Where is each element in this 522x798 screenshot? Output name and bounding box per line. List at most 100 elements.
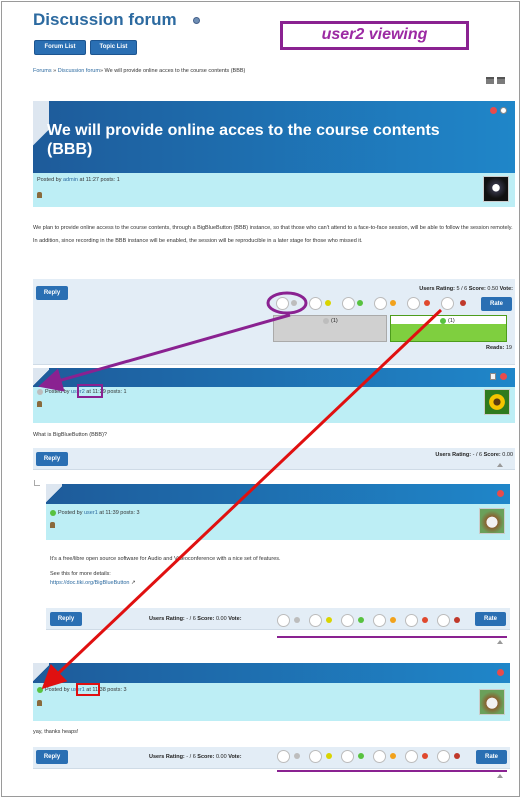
rating-value: 5 / 6 [455,286,469,292]
print-icon[interactable] [486,77,494,84]
rating-label: Users Rating: [419,286,455,292]
post-actions [490,107,510,114]
watch-icon[interactable] [500,107,507,114]
vote-option-4[interactable] [373,750,386,763]
author-link[interactable]: user2 [71,389,85,395]
external-link-icon: ↗ [131,580,136,586]
annotation-underline [277,770,507,772]
rating-summary: Users Rating: - / 6 Score: 0.00 [435,452,513,458]
breadcrumb-forum-link[interactable]: Discussion forum [58,68,100,74]
post-time: at 11:29 posts: 1 [84,389,127,395]
vote-orange-dot [390,300,396,306]
annotation-label: user2 viewing [321,26,428,43]
rating-summary: Users Rating: - / 6 Score: 0.00 Vote: [149,616,242,622]
rating-label: Users Rating: [435,452,472,458]
reads-label: Reads: [486,345,505,351]
online-status-icon [37,687,43,693]
breadcrumb-forums-link[interactable]: Forums [33,68,52,74]
vote-option-6[interactable] [437,750,450,763]
reply-button[interactable]: Reply [36,286,68,300]
vote-option-3[interactable] [342,297,355,310]
post-header [33,663,510,683]
user-icon [50,522,55,528]
author-link[interactable]: admin [63,177,78,183]
post-meta-text: Posted by user1 at 11:38 posts: 3 [45,687,127,693]
delete-icon[interactable] [497,669,504,676]
post-header [46,484,510,504]
bar-right-count: (1) [448,318,455,324]
vote-yellow-dot [326,753,332,759]
score-label: Score: [197,616,215,622]
delete-icon[interactable] [490,107,497,114]
score-value: 0.00 [214,616,229,622]
rate-button[interactable]: Rate [475,612,506,626]
reply-button[interactable]: Reply [36,750,68,764]
vote-darkred-dot [454,753,460,759]
reply-button[interactable]: Reply [50,612,82,626]
edit-icon[interactable] [490,373,496,380]
online-status-icon [50,510,56,516]
thread-connector [34,480,40,486]
vote-option-2[interactable] [309,614,322,627]
topic-list-button[interactable]: Topic List [90,40,137,55]
vote-yellow-dot [325,300,331,306]
vote-orange-dot [390,753,396,759]
post-actions [490,373,510,380]
vote-option-5[interactable] [405,750,418,763]
avatar [484,389,510,415]
post-meta: Posted by user2 at 11:29 posts: 1 [33,387,515,423]
vote-option-1[interactable] [276,297,289,310]
collapse-arrow-icon[interactable] [497,774,503,778]
vote-option-3[interactable] [341,614,354,627]
vote-red-dot [422,753,428,759]
print-all-icon[interactable] [497,77,505,84]
reply-button[interactable]: Reply [36,452,68,466]
rating-bar-negative [273,315,387,342]
vote-option-1[interactable] [277,614,290,627]
posted-by-label: Posted by [37,177,63,183]
collapse-arrow-icon[interactable] [497,463,503,467]
vote-option-4[interactable] [374,297,387,310]
score-label: Score: [483,452,501,458]
post-paragraph: See this for more details: [50,571,111,577]
vote-option-6[interactable] [437,614,450,627]
rating-value: - / 6 [184,754,198,760]
vote-option-6[interactable] [441,297,454,310]
vote-option-2[interactable] [309,297,322,310]
vote-option-1[interactable] [277,750,290,763]
post-paragraph: It's a free/libre open source software f… [50,556,281,562]
vote-option-4[interactable] [373,614,386,627]
vote-option-5[interactable] [405,614,418,627]
score-value: 0.50 [485,286,500,292]
breadcrumb: Forums » Discussion forum» We will provi… [33,68,245,74]
user-icon [37,700,42,706]
post-body: We plan to provide online access to the … [33,224,515,246]
vote-label: Vote: [499,286,513,292]
post-time: at 11:39 posts: 3 [97,510,140,516]
vote-option-2[interactable] [309,750,322,763]
help-icon[interactable] [193,17,200,24]
delete-icon[interactable] [497,490,504,497]
rate-button[interactable]: Rate [476,750,507,764]
post-header [33,368,515,387]
vote-grey-dot [294,617,300,623]
post-paragraph: We plan to provide online access to the … [33,225,513,231]
rating-summary: Users Rating: 5 / 6 Score: 0.50 Vote: [419,286,513,292]
vote-option-5[interactable] [407,297,420,310]
bar-left-count: (1) [331,318,338,324]
external-link[interactable]: https://doc.tiki.org/BigBlueButton [50,580,130,586]
online-status-icon [37,389,43,395]
author-link[interactable]: user1 [84,510,98,516]
reads-counter: Reads: 19 [486,345,512,351]
reply-post: Posted by user1 at 11:39 posts: 3 It's a… [46,484,510,634]
collapse-arrow-icon[interactable] [497,640,503,644]
rate-button[interactable]: Rate [481,297,512,311]
vote-option-3[interactable] [341,750,354,763]
vote-grey-dot [294,753,300,759]
author-link[interactable]: user1 [71,687,85,693]
post-title: We will provide online acces to the cour… [47,122,440,158]
avatar [479,689,505,715]
forum-list-button[interactable]: Forum List [34,40,86,55]
delete-icon[interactable] [500,373,507,380]
annotation-box: user2 viewing [280,21,469,50]
